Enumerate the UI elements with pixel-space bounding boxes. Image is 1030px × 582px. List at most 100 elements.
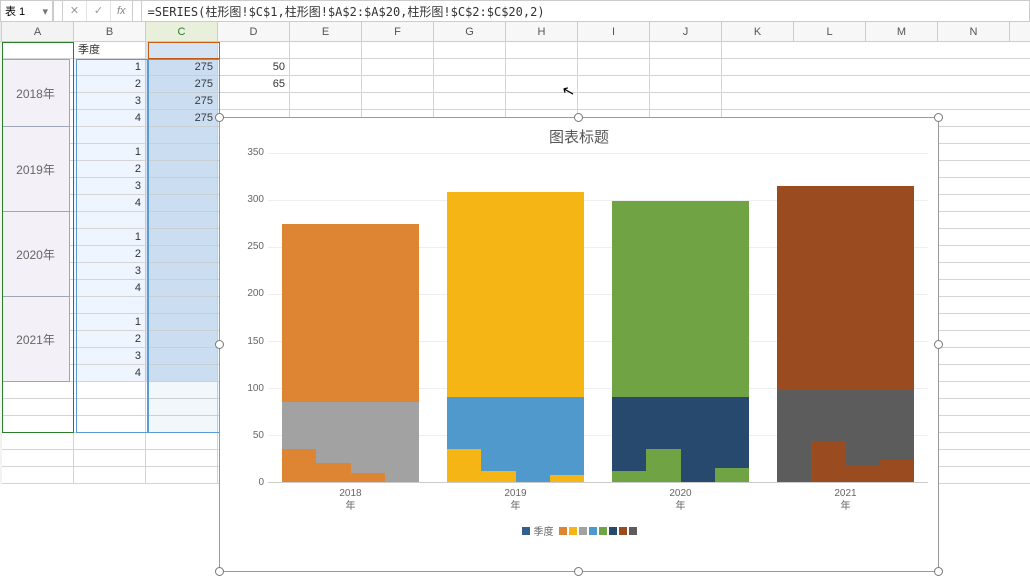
cell[interactable]: 4 <box>74 195 146 211</box>
cell[interactable] <box>146 433 218 449</box>
cell[interactable] <box>146 399 218 415</box>
sub-bar[interactable] <box>811 390 845 442</box>
cell[interactable] <box>74 297 146 313</box>
cell[interactable] <box>74 127 146 143</box>
cell[interactable] <box>146 127 218 143</box>
resize-handle-nw[interactable] <box>215 113 224 122</box>
cell[interactable]: 2 <box>74 331 146 347</box>
sub-bar[interactable] <box>385 402 419 482</box>
cell[interactable]: 1 <box>74 59 146 75</box>
cell[interactable] <box>74 433 146 449</box>
col-header-M[interactable]: M <box>866 22 938 41</box>
cell[interactable]: 2 <box>74 246 146 262</box>
cell[interactable]: 2 <box>74 161 146 177</box>
cell[interactable] <box>146 42 218 58</box>
sub-bar[interactable] <box>646 397 680 449</box>
cell[interactable] <box>650 76 722 92</box>
cell[interactable] <box>290 42 362 58</box>
cell[interactable]: 3 <box>74 263 146 279</box>
sub-bar[interactable] <box>880 390 914 461</box>
cell[interactable] <box>146 144 218 160</box>
cell[interactable] <box>146 450 218 466</box>
accept-formula-button[interactable]: ✓ <box>87 1 111 21</box>
cell[interactable]: 50 <box>218 59 290 75</box>
plot[interactable] <box>268 153 928 483</box>
fx-icon[interactable]: fx <box>111 5 132 17</box>
plot-area[interactable]: 350300250200150100500 <box>220 153 938 483</box>
sub-bar[interactable] <box>516 397 550 482</box>
cell[interactable] <box>74 450 146 466</box>
cell[interactable]: 4 <box>74 280 146 296</box>
cell[interactable] <box>146 178 218 194</box>
cell[interactable]: 季度 <box>74 42 146 58</box>
cell[interactable] <box>146 263 218 279</box>
cell[interactable] <box>434 59 506 75</box>
cell[interactable] <box>362 93 434 109</box>
sub-bar[interactable] <box>681 397 715 482</box>
resize-handle-w[interactable] <box>215 340 224 349</box>
cell[interactable] <box>218 42 290 58</box>
cell[interactable] <box>146 331 218 347</box>
cell[interactable]: 1 <box>74 229 146 245</box>
bar-cluster[interactable] <box>773 153 918 482</box>
cell[interactable] <box>362 59 434 75</box>
resize-handle-se[interactable] <box>934 567 943 576</box>
cell[interactable] <box>146 382 218 398</box>
grid-row[interactable]: 3275 <box>2 93 1030 110</box>
col-header-B[interactable]: B <box>74 22 146 41</box>
cancel-formula-button[interactable]: ✕ <box>63 1 87 21</box>
cell[interactable] <box>578 93 650 109</box>
col-header-H[interactable]: H <box>506 22 578 41</box>
resize-handle-sw[interactable] <box>215 567 224 576</box>
cell[interactable] <box>506 59 578 75</box>
cell[interactable]: 275 <box>146 110 218 126</box>
cell[interactable]: 65 <box>218 76 290 92</box>
cell[interactable]: 1 <box>74 144 146 160</box>
cell[interactable] <box>290 93 362 109</box>
cell[interactable] <box>2 467 74 483</box>
col-header-F[interactable]: F <box>362 22 434 41</box>
cell[interactable]: 275 <box>146 76 218 92</box>
cell[interactable] <box>146 212 218 228</box>
cell[interactable] <box>146 365 218 381</box>
col-header-J[interactable]: J <box>650 22 722 41</box>
cell[interactable] <box>146 195 218 211</box>
cell[interactable] <box>146 314 218 330</box>
grid-row[interactable]: 127550 <box>2 59 1030 76</box>
grid-row[interactable]: 227565 <box>2 76 1030 93</box>
sub-bar[interactable] <box>715 397 749 468</box>
col-header-E[interactable]: E <box>290 22 362 41</box>
sub-bar[interactable] <box>282 402 316 449</box>
cell[interactable] <box>74 399 146 415</box>
sub-bar[interactable] <box>351 402 385 473</box>
cell[interactable] <box>506 93 578 109</box>
cell[interactable] <box>218 93 290 109</box>
cell[interactable]: 275 <box>146 93 218 109</box>
cell[interactable] <box>2 399 74 415</box>
cell[interactable]: 3 <box>74 348 146 364</box>
cell[interactable]: 3 <box>74 178 146 194</box>
cell[interactable] <box>362 76 434 92</box>
col-header-K[interactable]: K <box>722 22 794 41</box>
cell[interactable]: 4 <box>74 110 146 126</box>
col-header-A[interactable]: A <box>2 22 74 41</box>
cell[interactable] <box>146 229 218 245</box>
cell[interactable] <box>434 93 506 109</box>
sub-bar[interactable] <box>777 390 811 482</box>
cell[interactable] <box>362 42 434 58</box>
col-header-C[interactable]: C <box>146 22 218 41</box>
cell[interactable]: 2 <box>74 76 146 92</box>
sub-bar[interactable] <box>612 397 646 471</box>
cell[interactable] <box>74 467 146 483</box>
bar-cluster[interactable] <box>608 153 753 482</box>
sub-bar[interactable] <box>316 402 350 463</box>
chart-title[interactable]: 图表标题 <box>220 118 938 153</box>
cell[interactable] <box>146 348 218 364</box>
formula-input[interactable]: =SERIES(柱形图!$C$1,柱形图!$A$2:$A$20,柱形图!$C$2… <box>142 3 1029 20</box>
name-box[interactable]: 表 1 ▾ <box>1 1 53 21</box>
bar-cluster[interactable] <box>443 153 588 482</box>
cell[interactable] <box>650 59 722 75</box>
chart-object[interactable]: 图表标题 350300250200150100500 2018年2019年202… <box>219 117 939 572</box>
cell[interactable] <box>434 42 506 58</box>
cell[interactable] <box>290 59 362 75</box>
